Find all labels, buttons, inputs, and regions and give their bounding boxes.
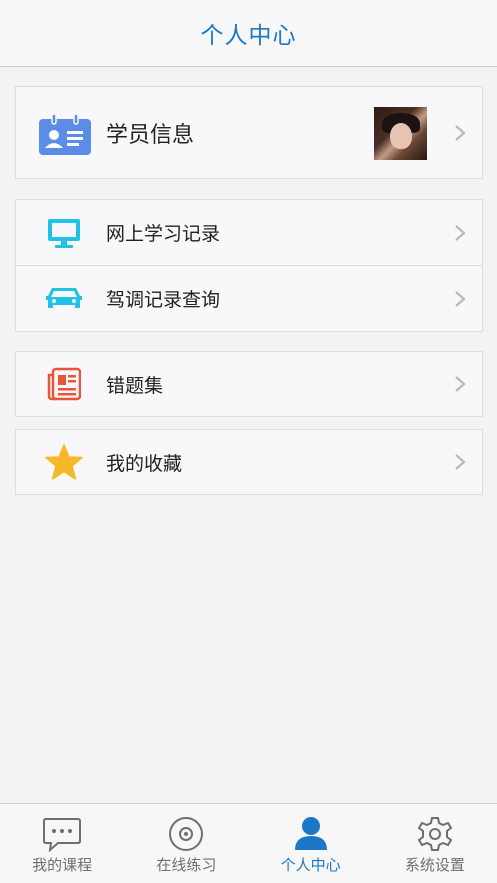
list-item-label: 我的收藏 <box>106 452 183 475</box>
list-item-label: 网上学习记录 <box>106 223 221 245</box>
records-card: 网上学习记录 驾调记录查询 <box>15 199 483 332</box>
favorites-card: 我的收藏 <box>15 429 483 495</box>
star-icon <box>45 444 83 484</box>
chevron-right-icon <box>454 453 466 471</box>
list-item-my-favorites[interactable]: 我的收藏 <box>16 430 482 494</box>
list-item-label: 驾调记录查询 <box>106 289 221 311</box>
newspaper-icon <box>47 367 82 405</box>
chevron-right-icon <box>454 224 466 242</box>
tab-online-practice[interactable]: 在线练习 <box>124 804 248 883</box>
list-item-online-study-record[interactable]: 网上学习记录 <box>16 200 482 265</box>
avatar <box>374 107 427 160</box>
tab-label: 个人中心 <box>280 856 341 874</box>
tab-label: 我的课程 <box>32 856 93 874</box>
navigation-bar: 个人中心 <box>0 0 497 67</box>
student-info-row[interactable]: 学员信息 <box>16 87 482 178</box>
chevron-right-icon <box>454 375 466 393</box>
mistakes-card: 错题集 <box>15 351 483 417</box>
tab-label: 在线练习 <box>156 856 217 874</box>
monitor-icon <box>46 218 82 254</box>
tab-label: 系统设置 <box>404 856 465 874</box>
id-card-icon <box>38 113 92 160</box>
chevron-right-icon <box>454 290 466 308</box>
student-info-label: 学员信息 <box>106 122 195 148</box>
disc-icon <box>166 816 206 852</box>
tab-system-settings[interactable]: 系统设置 <box>373 804 497 883</box>
list-item-driving-record-query[interactable]: 驾调记录查询 <box>16 266 482 331</box>
gear-icon <box>415 816 455 852</box>
page-title: 个人中心 <box>200 23 297 49</box>
car-icon <box>45 286 83 316</box>
tab-my-courses[interactable]: 我的课程 <box>0 804 124 883</box>
list-item-label: 错题集 <box>106 374 164 397</box>
tab-bar: 我的课程 在线练习 个人中心 系统设置 <box>0 803 497 883</box>
user-icon <box>291 816 331 852</box>
list-item-wrong-questions[interactable]: 错题集 <box>16 352 482 416</box>
chat-bubble-icon <box>42 816 82 853</box>
tab-personal-center[interactable]: 个人中心 <box>249 804 373 883</box>
chevron-right-icon <box>454 124 466 142</box>
profile-card: 学员信息 <box>15 86 483 179</box>
